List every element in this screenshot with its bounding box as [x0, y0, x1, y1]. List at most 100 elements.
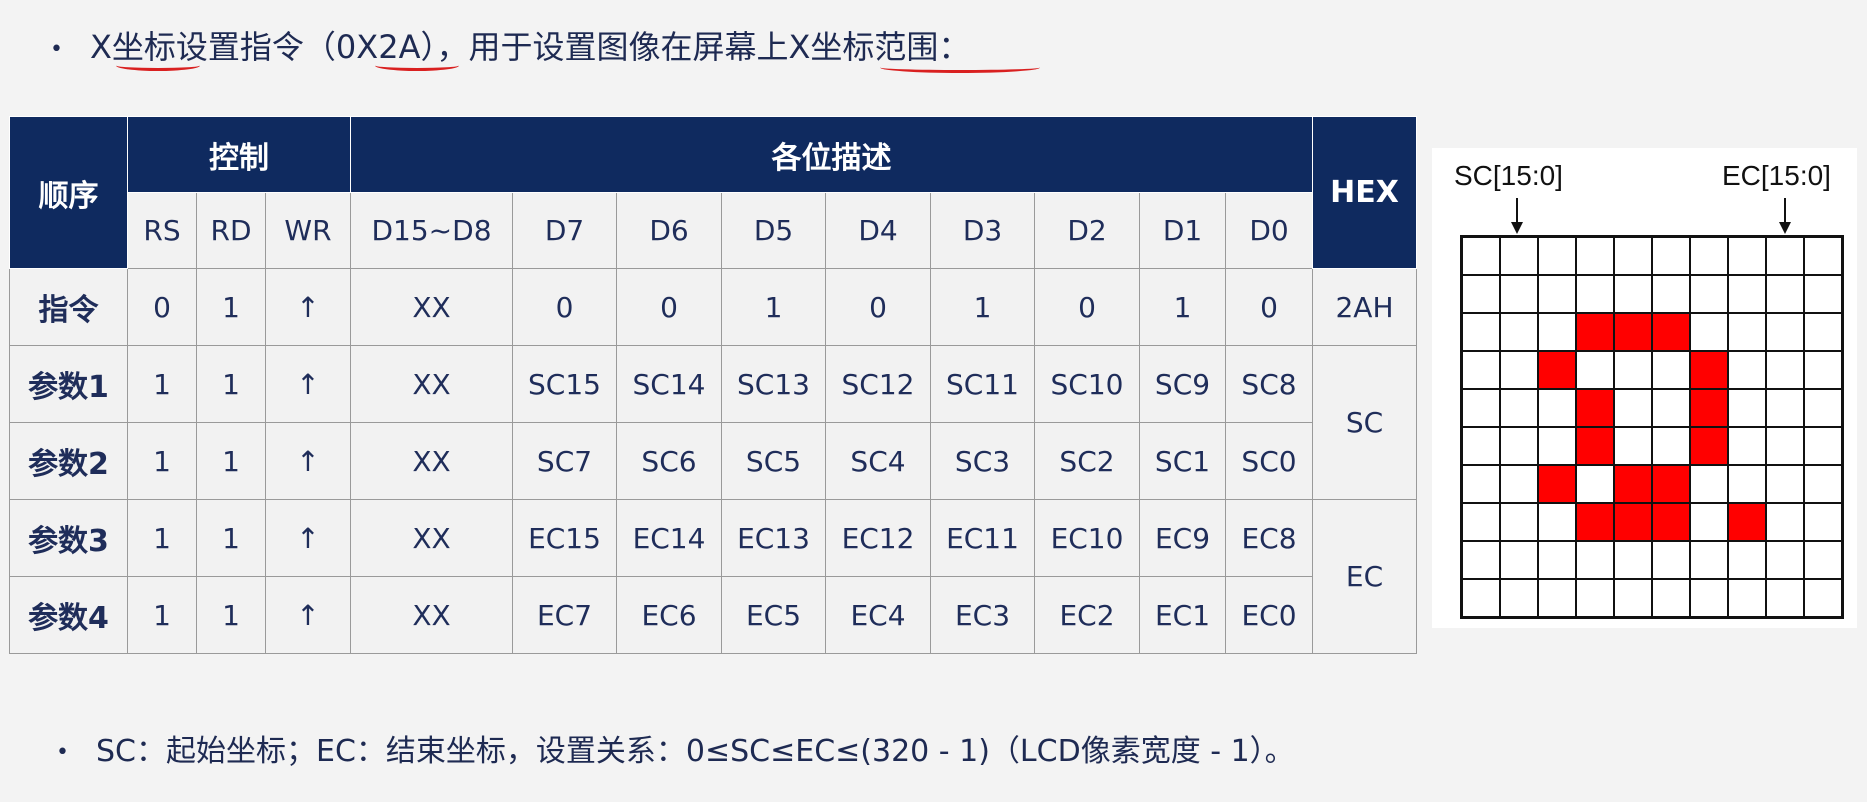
table-row: 参数3 1 1 ↑ XX EC15 EC14 EC13 EC12 EC11 EC…	[9, 499, 1417, 654]
grid-cell	[1614, 503, 1652, 541]
cell: EC5	[721, 576, 826, 654]
grid-cell	[1652, 427, 1690, 465]
grid-cell	[1576, 275, 1614, 313]
col-header: WR	[265, 192, 351, 269]
grid-cell	[1804, 275, 1842, 313]
grid-cell	[1462, 579, 1500, 617]
grid-cell	[1576, 351, 1614, 389]
cell: EC7	[512, 576, 617, 654]
grid-cell	[1576, 541, 1614, 579]
cell: 0	[1034, 268, 1140, 346]
grid-cell	[1500, 541, 1538, 579]
cell: EC12	[825, 499, 931, 577]
note-text: SC：起始坐标；EC：结束坐标，设置关系：0≤SC≤EC≤(320 - 1)（L…	[96, 734, 1295, 769]
cell: SC8	[1225, 345, 1313, 423]
table-row: 参数1 1 1 ↑ XX SC15 SC14 SC13 SC12 SC11 SC…	[9, 345, 1417, 500]
cell: EC14	[616, 499, 722, 577]
cell: 0	[616, 268, 722, 346]
cell: 1	[127, 499, 197, 577]
col-header: RD	[196, 192, 266, 269]
grid-cell	[1728, 351, 1766, 389]
col-header: D15~D8	[350, 192, 513, 269]
grid-cell	[1804, 503, 1842, 541]
grid-cell	[1728, 579, 1766, 617]
bullet-icon: •	[50, 36, 63, 62]
grid-cell	[1500, 465, 1538, 503]
command-table: 顺序 控制 各位描述 HEX RS RD WR D15~D8 D7 D6 D5 …	[9, 116, 1417, 654]
col-header: D5	[721, 192, 826, 269]
grid-cell	[1766, 313, 1804, 351]
col-header: D0	[1225, 192, 1313, 269]
grid-cell	[1804, 351, 1842, 389]
grid-cell	[1500, 579, 1538, 617]
grid-cell	[1690, 275, 1728, 313]
row-name: 参数1	[9, 345, 128, 423]
grid-cell	[1614, 541, 1652, 579]
table-row: 参数4 1 1 ↑ XX EC7 EC6 EC5 EC4 EC3 EC2 EC1…	[9, 576, 1417, 654]
grid-cell	[1614, 427, 1652, 465]
grid-cell	[1652, 351, 1690, 389]
grid-cell	[1804, 389, 1842, 427]
hex-cell: SC	[1312, 345, 1417, 500]
cell: EC9	[1139, 499, 1226, 577]
grid-cell	[1728, 427, 1766, 465]
cell: SC5	[721, 422, 826, 500]
cell: EC11	[930, 499, 1035, 577]
grid-cell	[1690, 427, 1728, 465]
grid-cell	[1576, 237, 1614, 275]
pixel-grid	[1460, 235, 1844, 619]
red-underline-mark	[880, 62, 1040, 73]
hex-cell: EC	[1312, 499, 1417, 654]
grid-cell	[1690, 351, 1728, 389]
grid-cell	[1462, 427, 1500, 465]
grid-cell	[1728, 275, 1766, 313]
cell: 1	[1139, 268, 1226, 346]
cell: EC6	[616, 576, 722, 654]
cell: ↑	[265, 499, 351, 577]
cell: XX	[350, 499, 513, 577]
cell: EC8	[1225, 499, 1313, 577]
sc-arrow-head-icon	[1511, 222, 1523, 234]
col-header: D3	[930, 192, 1035, 269]
cell: SC15	[512, 345, 617, 423]
cell: SC11	[930, 345, 1035, 423]
grid-cell	[1690, 541, 1728, 579]
cell: SC13	[721, 345, 826, 423]
control-group-header: 控制	[127, 116, 351, 193]
cell: 1	[127, 422, 197, 500]
table-header-row: 顺序 控制 各位描述 HEX	[9, 116, 1417, 269]
ec-arrow	[1784, 198, 1786, 224]
grid-cell	[1652, 237, 1690, 275]
cell: SC9	[1139, 345, 1226, 423]
grid-cell	[1538, 351, 1576, 389]
cell: 0	[1225, 268, 1313, 346]
grid-cell	[1690, 313, 1728, 351]
cell: SC3	[930, 422, 1035, 500]
note-bullet-line: • SC：起始坐标；EC：结束坐标，设置关系：0≤SC≤EC≤(320 - 1)（…	[56, 726, 1295, 770]
cell: SC7	[512, 422, 617, 500]
table-subheader-row: RS RD WR D15~D8 D7 D6 D5 D4 D3 D2 D1 D0	[10, 192, 1417, 269]
cell: SC14	[616, 345, 722, 423]
grid-cell	[1766, 237, 1804, 275]
grid-cell	[1766, 579, 1804, 617]
grid-cell	[1614, 465, 1652, 503]
row-name: 参数4	[9, 576, 128, 654]
grid-cell	[1614, 579, 1652, 617]
col-header: D1	[1139, 192, 1226, 269]
cell: 1	[930, 268, 1035, 346]
grid-cell	[1652, 313, 1690, 351]
grid-cell	[1728, 389, 1766, 427]
cell: 1	[127, 345, 197, 423]
grid-cell	[1576, 465, 1614, 503]
grid-cell	[1728, 541, 1766, 579]
grid-cell	[1576, 427, 1614, 465]
grid-cell	[1652, 275, 1690, 313]
grid-cell	[1804, 427, 1842, 465]
grid-cell	[1538, 237, 1576, 275]
grid-cell	[1728, 313, 1766, 351]
table-row: 指令 0 1 ↑ XX 0 0 1 0 1 0 1 0 2AH	[9, 268, 1417, 346]
grid-cell	[1614, 313, 1652, 351]
cell: SC1	[1139, 422, 1226, 500]
cell: EC0	[1225, 576, 1313, 654]
grid-cell	[1500, 237, 1538, 275]
